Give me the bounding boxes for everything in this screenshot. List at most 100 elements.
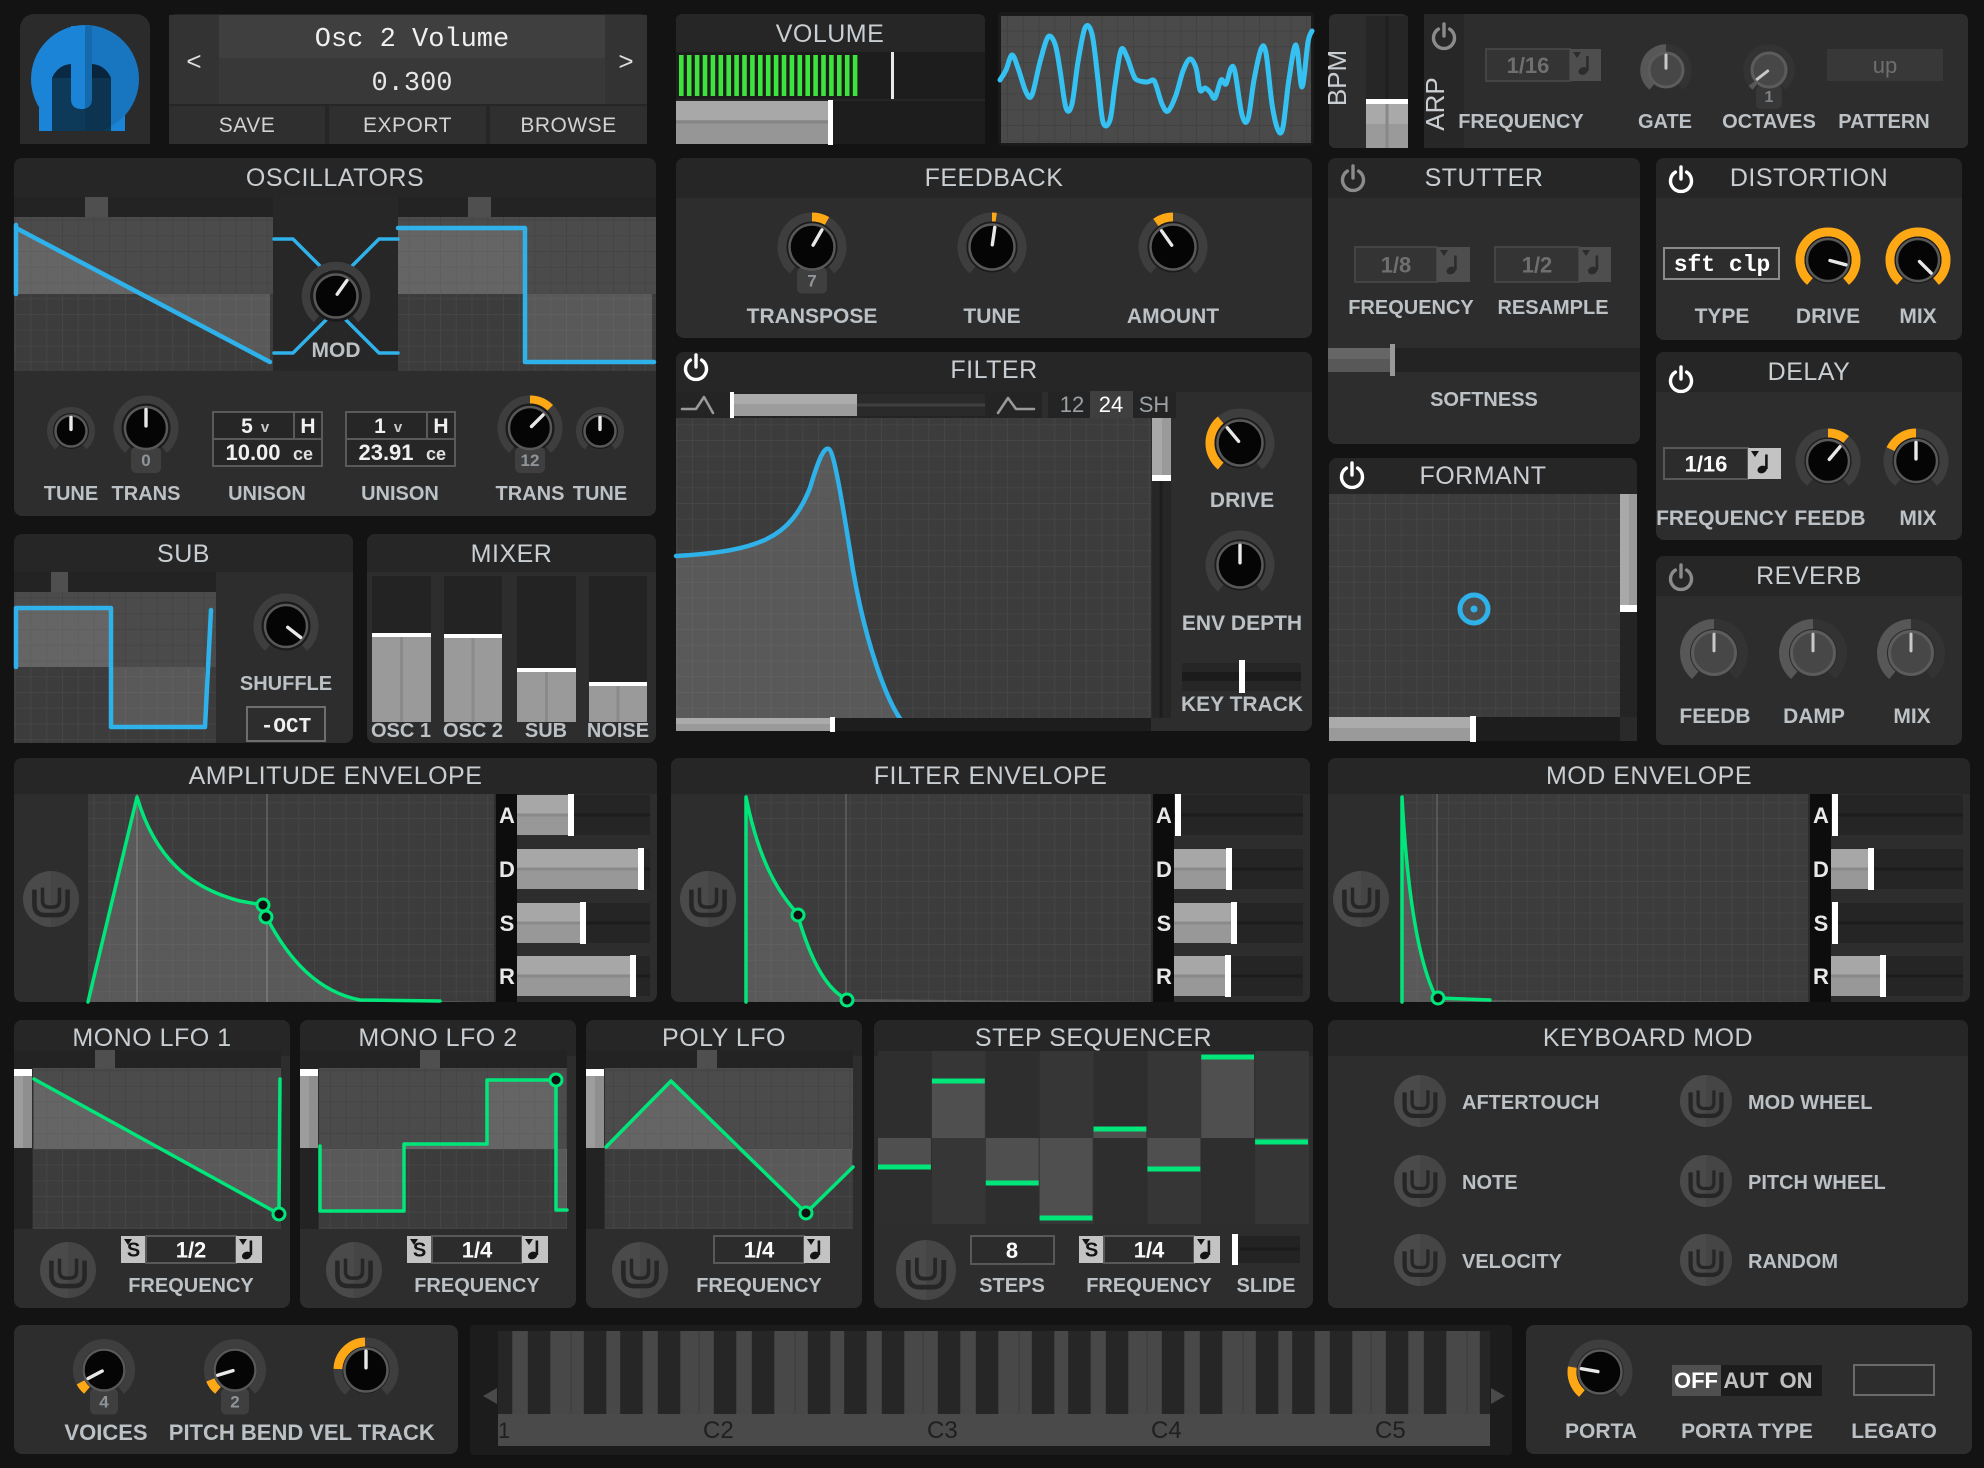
svg-text:TUNE: TUNE [44,483,98,505]
svg-text:C3: C3 [927,1417,958,1444]
svg-text:S: S [413,1240,426,1262]
svg-text:2: 2 [230,1393,239,1412]
svg-text:-OCT: -OCT [261,716,311,739]
svg-text:SUB: SUB [525,720,567,742]
svg-text:STUTTER: STUTTER [1425,164,1544,192]
svg-text:STEPS: STEPS [979,1275,1045,1297]
svg-text:AFTERTOUCH: AFTERTOUCH [1462,1092,1599,1114]
svg-text:TUNE: TUNE [573,483,627,505]
svg-text:R: R [1156,964,1172,989]
svg-text:SH: SH [1139,392,1170,417]
svg-text:PORTA TYPE: PORTA TYPE [1681,1420,1813,1443]
svg-text:1/2: 1/2 [176,1238,207,1263]
svg-text:MIX: MIX [1899,507,1936,530]
svg-text:1/8: 1/8 [1381,253,1412,278]
svg-text:v: v [261,419,270,436]
svg-text:AUT: AUT [1723,1368,1769,1393]
svg-text:AMPLITUDE ENVELOPE: AMPLITUDE ENVELOPE [189,762,483,790]
svg-text:ENV DEPTH: ENV DEPTH [1182,612,1302,635]
svg-text:A: A [1813,803,1829,828]
svg-text:TYPE: TYPE [1695,305,1750,328]
svg-text:UNISON: UNISON [361,483,439,505]
svg-text:SUB: SUB [157,540,210,568]
svg-text:BPM: BPM [1322,50,1352,106]
svg-text:S: S [1085,1240,1098,1262]
svg-text:MONO LFO 2: MONO LFO 2 [358,1024,517,1052]
svg-text:0: 0 [141,451,150,470]
svg-text:AMOUNT: AMOUNT [1127,305,1219,328]
svg-text:MOD WHEEL: MOD WHEEL [1748,1092,1872,1114]
svg-text:S: S [1157,911,1172,936]
svg-text:EXPORT: EXPORT [363,114,452,137]
svg-text:7: 7 [807,272,816,291]
svg-text:12: 12 [1060,392,1084,417]
svg-text:C4: C4 [1151,1417,1182,1444]
svg-text:MOD: MOD [312,339,361,362]
svg-text:FREQUENCY: FREQUENCY [128,1275,254,1297]
svg-text:Osc 2 Volume: Osc 2 Volume [315,25,509,55]
svg-text:NOISE: NOISE [587,720,649,742]
svg-text:A: A [499,803,515,828]
svg-text:ce: ce [293,444,313,464]
svg-text:DRIVE: DRIVE [1796,305,1860,328]
svg-text:MOD ENVELOPE: MOD ENVELOPE [1546,762,1752,790]
svg-text:A: A [1156,803,1172,828]
svg-text:MIXER: MIXER [471,540,553,568]
svg-text:OSCILLATORS: OSCILLATORS [246,164,424,192]
svg-text:STEP SEQUENCER: STEP SEQUENCER [975,1024,1212,1052]
svg-text:>: > [618,46,633,76]
svg-text:D: D [499,857,515,882]
svg-text:VOICES: VOICES [64,1420,147,1445]
svg-text:BROWSE: BROWSE [520,114,616,137]
svg-text:GATE: GATE [1638,111,1692,133]
svg-text:TRANSPOSE: TRANSPOSE [747,305,878,328]
svg-text:S: S [500,911,515,936]
svg-text:23.91: 23.91 [358,440,413,465]
svg-text:DAMP: DAMP [1783,705,1845,728]
svg-text:ce: ce [426,444,446,464]
svg-text:FREQUENCY: FREQUENCY [1458,111,1584,133]
svg-text:TRANS: TRANS [112,483,181,505]
svg-text:KEYBOARD MOD: KEYBOARD MOD [1543,1024,1753,1052]
svg-text:12: 12 [521,451,540,470]
svg-text:NOTE: NOTE [1462,1172,1518,1194]
svg-text:DELAY: DELAY [1768,358,1851,386]
svg-text:H: H [433,415,448,438]
svg-text:MIX: MIX [1899,305,1936,328]
svg-text:DRIVE: DRIVE [1210,489,1274,512]
svg-text:10.00: 10.00 [225,440,280,465]
svg-text:VOLUME: VOLUME [776,20,885,48]
svg-text:1/16: 1/16 [1507,53,1550,78]
svg-text:POLY LFO: POLY LFO [662,1024,786,1052]
svg-text:TRANS: TRANS [496,483,565,505]
svg-text:FEEDB: FEEDB [1679,705,1750,728]
svg-text:OFF: OFF [1674,1368,1718,1393]
svg-text:UNISON: UNISON [228,483,306,505]
svg-text:sft clp: sft clp [1674,252,1771,278]
svg-text:R: R [499,964,515,989]
svg-text:PATTERN: PATTERN [1838,111,1929,133]
svg-text:<: < [186,46,201,76]
svg-text:OSC 1: OSC 1 [371,720,431,742]
svg-text:SAVE: SAVE [219,114,275,137]
svg-text:C5: C5 [1375,1417,1406,1444]
svg-text:1: 1 [374,415,386,438]
svg-text:1/16: 1/16 [1685,452,1728,477]
svg-text:S: S [127,1240,140,1262]
svg-text:PITCH WHEEL: PITCH WHEEL [1748,1172,1886,1194]
svg-text:1/4: 1/4 [1134,1238,1165,1263]
svg-text:24: 24 [1099,392,1123,417]
svg-text:OSC 2: OSC 2 [443,720,503,742]
svg-text:FORMANT: FORMANT [1419,462,1546,490]
svg-text:R: R [1813,964,1829,989]
svg-text:REVERB: REVERB [1756,562,1862,590]
svg-text:D: D [1156,857,1172,882]
svg-text:FREQUENCY: FREQUENCY [1348,297,1474,319]
svg-text:FREQUENCY: FREQUENCY [1086,1275,1212,1297]
svg-text:up: up [1873,53,1897,78]
svg-text:H: H [300,415,315,438]
svg-text:PORTA: PORTA [1565,1420,1637,1443]
svg-text:1: 1 [498,1418,510,1443]
svg-text:SOFTNESS: SOFTNESS [1430,389,1538,411]
svg-text:FEEDB: FEEDB [1794,507,1865,530]
